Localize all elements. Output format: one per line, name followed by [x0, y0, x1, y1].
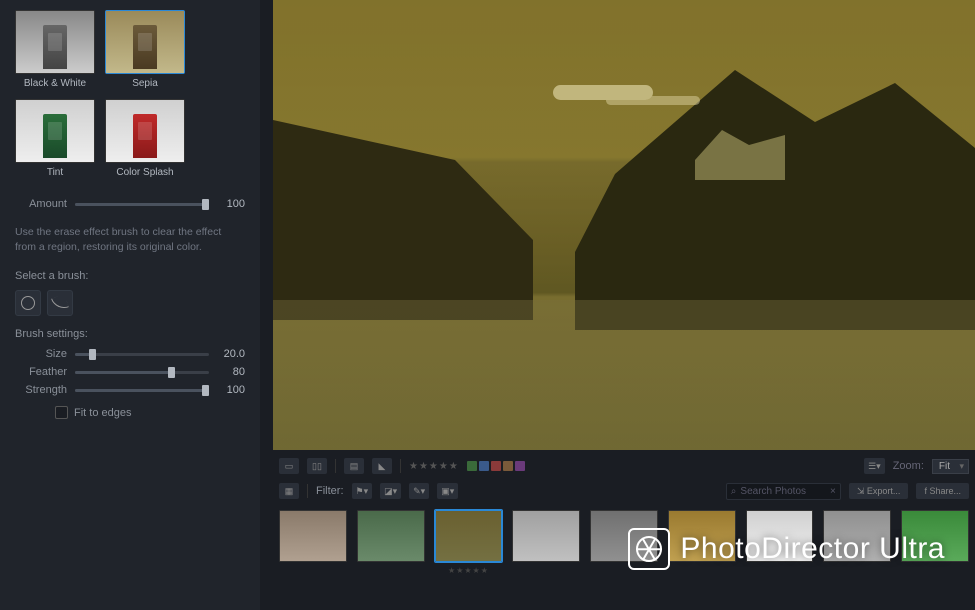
filter-stack-icon[interactable]: ▣▾	[437, 483, 458, 499]
fit-edges-checkbox[interactable]	[55, 406, 68, 419]
effect-grid: Black & White Sepia Tint Color Splash	[15, 10, 245, 178]
histogram-icon[interactable]: ▤	[344, 458, 364, 474]
effect-bw[interactable]: Black & White	[15, 10, 95, 89]
feather-slider-row: Feather 80	[15, 366, 245, 378]
strength-slider[interactable]	[75, 389, 209, 392]
size-slider[interactable]	[75, 353, 209, 356]
feather-slider[interactable]	[75, 371, 209, 374]
effect-tint[interactable]: Tint	[15, 99, 95, 178]
brush-help-text: Use the erase effect brush to clear the …	[15, 225, 245, 255]
thumbnail[interactable]	[357, 510, 425, 562]
effect-sepia[interactable]: Sepia	[105, 10, 185, 89]
share-button[interactable]: f Share...	[916, 483, 969, 499]
thumbnail[interactable]	[746, 510, 814, 562]
fit-edges-label: Fit to edges	[74, 407, 131, 419]
filter-tag-icon[interactable]: ◪▾	[380, 483, 401, 499]
view-mode-compare-icon[interactable]: ▯▯	[307, 458, 327, 474]
feather-value: 80	[209, 366, 245, 378]
thumbnail[interactable]	[590, 510, 658, 562]
brush-erase-icon[interactable]	[47, 290, 73, 316]
export-label: Export...	[867, 486, 901, 496]
effect-label: Black & White	[15, 78, 95, 89]
zoom-label: Zoom:	[893, 460, 924, 472]
mountain-left	[273, 120, 533, 320]
filmstrip: ★★★★★	[273, 506, 975, 586]
strength-label: Strength	[15, 384, 75, 396]
amount-fill	[75, 203, 209, 206]
brush-settings-label: Brush settings:	[15, 328, 245, 340]
color-tag[interactable]	[503, 461, 513, 471]
size-label: Size	[15, 348, 75, 360]
color-tag[interactable]	[491, 461, 501, 471]
size-slider-row: Size 20.0	[15, 348, 245, 360]
feather-fill	[75, 371, 171, 374]
strength-thumb[interactable]	[202, 385, 209, 396]
filter-brush-icon[interactable]: ✎▾	[409, 483, 429, 499]
toolbar-separator	[400, 459, 401, 473]
effect-label: Sepia	[105, 78, 185, 89]
crop-icon[interactable]: ◣	[372, 458, 392, 474]
color-tag[interactable]	[515, 461, 525, 471]
mountain-right	[575, 70, 975, 330]
color-tag[interactable]	[479, 461, 489, 471]
brush-apply-icon[interactable]	[15, 290, 41, 316]
filter-bar: ▦ Filter: ⚑▾ ◪▾ ✎▾ ▣▾ ⌕ Search Photos × …	[273, 480, 975, 502]
clouds	[553, 85, 653, 100]
rating-stars[interactable]: ★★★★★	[409, 461, 459, 472]
share-icon: f	[924, 486, 927, 496]
effect-splash[interactable]: Color Splash	[105, 99, 185, 178]
search-placeholder: Search Photos	[740, 486, 806, 497]
toolbar-separator	[307, 484, 308, 498]
view-mode-single-icon[interactable]: ▭	[279, 458, 299, 474]
clear-search-icon[interactable]: ×	[830, 486, 836, 497]
thumbnail[interactable]	[512, 510, 580, 562]
share-label: Share...	[929, 486, 961, 496]
size-value: 20.0	[209, 348, 245, 360]
strength-value: 100	[209, 384, 245, 396]
search-icon: ⌕	[731, 486, 737, 497]
strength-fill	[75, 389, 209, 392]
viewer-toolbar: ▭ ▯▯ ▤ ◣ ★★★★★ ☰▾ Zoom: Fit	[273, 455, 975, 477]
color-tag[interactable]	[467, 461, 477, 471]
amount-value: 100	[209, 198, 245, 210]
amount-slider[interactable]	[75, 203, 209, 206]
export-button[interactable]: ⇲ Export...	[849, 483, 909, 499]
thumbnail[interactable]	[823, 510, 891, 562]
thumbnail[interactable]: ★★★★★	[435, 510, 503, 562]
photo-preview	[273, 0, 975, 450]
effect-label: Color Splash	[105, 167, 185, 178]
size-thumb[interactable]	[89, 349, 96, 360]
filter-label: Filter:	[316, 485, 344, 497]
select-brush-label: Select a brush:	[15, 270, 245, 282]
thumbnail[interactable]	[901, 510, 969, 562]
thumbnail[interactable]	[668, 510, 736, 562]
amount-slider-row: Amount 100	[15, 198, 245, 210]
search-photos-input[interactable]: ⌕ Search Photos ×	[726, 483, 841, 500]
layout-icon[interactable]: ☰▾	[864, 458, 885, 474]
feather-label: Feather	[15, 366, 75, 378]
amount-thumb[interactable]	[202, 199, 209, 210]
toolbar-separator	[335, 459, 336, 473]
export-icon: ⇲	[857, 486, 865, 497]
brush-selector	[15, 290, 245, 316]
filter-flag-icon[interactable]: ⚑▾	[352, 483, 373, 499]
thumb-rating: ★★★★★	[436, 566, 502, 575]
amount-label: Amount	[15, 198, 75, 210]
zoom-select[interactable]: Fit	[932, 459, 969, 474]
fit-edges-row[interactable]: Fit to edges	[15, 406, 245, 419]
photo-canvas[interactable]	[273, 0, 975, 450]
effect-label: Tint	[15, 167, 95, 178]
color-tags	[467, 461, 525, 471]
filmstrip-mode-icon[interactable]: ▦	[279, 483, 299, 499]
strength-slider-row: Strength 100	[15, 384, 245, 396]
feather-thumb[interactable]	[168, 367, 175, 378]
water-reflection	[273, 300, 975, 450]
effects-sidebar: Black & White Sepia Tint Color Splash Amoun…	[0, 0, 260, 610]
thumbnail[interactable]	[279, 510, 347, 562]
